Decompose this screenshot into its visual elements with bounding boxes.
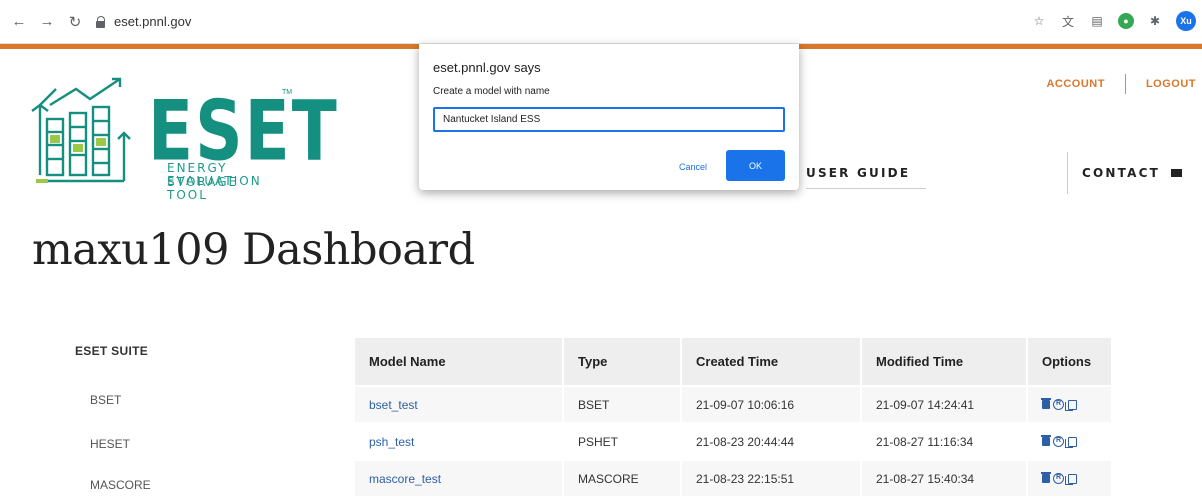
column-header-type[interactable]: Type <box>563 338 682 387</box>
translate-icon[interactable]: 文 <box>1060 13 1076 29</box>
logo-building-graphic <box>31 77 131 183</box>
suite-item-heset[interactable]: HESET <box>90 437 130 451</box>
trash-icon[interactable] <box>1041 435 1051 446</box>
model-name-link[interactable]: psh_test <box>355 423 564 461</box>
profile-avatar[interactable]: Xu <box>1176 11 1196 31</box>
model-created-time: 21-08-23 22:15:51 <box>681 460 862 498</box>
copy-icon[interactable] <box>1065 436 1077 448</box>
nav-contact-label: CONTACT <box>1082 166 1160 180</box>
ok-button[interactable]: OK <box>726 150 785 181</box>
column-header-options: Options <box>1027 338 1113 387</box>
model-modified-time: 21-09-07 14:24:41 <box>861 386 1028 424</box>
page-title: maxu109 Dashboard <box>32 225 475 275</box>
back-icon[interactable]: ← <box>8 11 30 33</box>
registered-icon[interactable]: R <box>1053 436 1064 447</box>
registered-icon[interactable]: R <box>1053 473 1064 484</box>
table-row: bset_test BSET 21-09-07 10:06:16 21-09-0… <box>355 386 1113 424</box>
model-name-link[interactable]: mascore_test <box>355 460 564 498</box>
account-separator <box>1124 74 1126 94</box>
model-type: PSHET <box>563 423 682 461</box>
url-text: eset.pnnl.gov <box>114 14 192 29</box>
model-created-time: 21-08-23 20:44:44 <box>681 423 862 461</box>
account-link[interactable]: ACCOUNT <box>1046 78 1105 90</box>
model-modified-time: 21-08-27 11:16:34 <box>861 423 1028 461</box>
model-name-input[interactable] <box>433 107 785 132</box>
green-extension-icon[interactable]: ● <box>1118 13 1134 29</box>
models-table: Model Name Type Created Time Modified Ti… <box>355 338 1113 498</box>
address-bar[interactable]: eset.pnnl.gov <box>96 8 1076 36</box>
cancel-button[interactable]: Cancel <box>670 153 716 181</box>
copy-icon[interactable] <box>1065 473 1077 485</box>
logo-trademark: TM <box>282 89 293 96</box>
model-modified-time: 21-08-27 15:40:34 <box>861 460 1028 498</box>
table-row: mascore_test MASCORE 21-08-23 22:15:51 2… <box>355 460 1113 498</box>
puzzle-icon[interactable]: ✱ <box>1147 13 1163 29</box>
trash-icon[interactable] <box>1041 398 1051 409</box>
table-header-row: Model Name Type Created Time Modified Ti… <box>355 338 1113 387</box>
copy-icon[interactable] <box>1065 399 1077 411</box>
registered-icon[interactable]: R <box>1053 399 1064 410</box>
lock-icon <box>96 15 106 28</box>
reader-icon[interactable]: ▤ <box>1089 13 1105 29</box>
prompt-dialog: eset.pnnl.gov says Create a model with n… <box>419 44 799 190</box>
eset-logo[interactable]: ESET TM ENERGY STORAGE EVALUATION TOOL <box>30 75 337 202</box>
column-header-created-time[interactable]: Created Time <box>681 338 862 387</box>
dialog-message: Create a model with name <box>433 86 550 97</box>
suite-item-bset[interactable]: BSET <box>90 393 121 407</box>
nav-user-guide[interactable]: USER GUIDE <box>806 166 927 189</box>
column-header-model-name[interactable]: Model Name <box>355 338 564 387</box>
table-row: psh_test PSHET 21-08-23 20:44:44 21-08-2… <box>355 423 1113 461</box>
suite-item-mascore[interactable]: MASCORE <box>90 478 151 492</box>
column-header-modified-time[interactable]: Modified Time <box>861 338 1028 387</box>
nav-contact[interactable]: CONTACT <box>1067 152 1202 194</box>
logo-subtitle-line2: EVALUATION TOOL <box>167 174 262 202</box>
browser-toolbar: ← → ↻ eset.pnnl.gov ☆ 文 ▤ ● ✱ Xu <box>0 0 1202 44</box>
dialog-title: eset.pnnl.gov says <box>433 60 541 75</box>
model-type: MASCORE <box>563 460 682 498</box>
suite-heading: ESET SUITE <box>75 344 149 358</box>
forward-icon[interactable]: → <box>36 11 58 33</box>
account-links: ACCOUNT LOGOUT <box>1046 74 1196 94</box>
logout-link[interactable]: LOGOUT <box>1146 78 1196 90</box>
reload-icon[interactable]: ↻ <box>64 11 86 33</box>
model-options: R <box>1027 460 1113 498</box>
model-options: R <box>1027 423 1113 461</box>
suite-sidebar: ESET SUITE BSET HESET MASCORE <box>75 344 151 492</box>
extension-area: ☆ 文 ▤ ● ✱ Xu <box>1031 11 1196 31</box>
envelope-icon <box>1171 169 1183 177</box>
model-options: R <box>1027 386 1113 424</box>
model-created-time: 21-09-07 10:06:16 <box>681 386 862 424</box>
model-type: BSET <box>563 386 682 424</box>
star-icon[interactable]: ☆ <box>1031 13 1047 29</box>
model-name-link[interactable]: bset_test <box>355 386 564 424</box>
trash-icon[interactable] <box>1041 472 1051 483</box>
